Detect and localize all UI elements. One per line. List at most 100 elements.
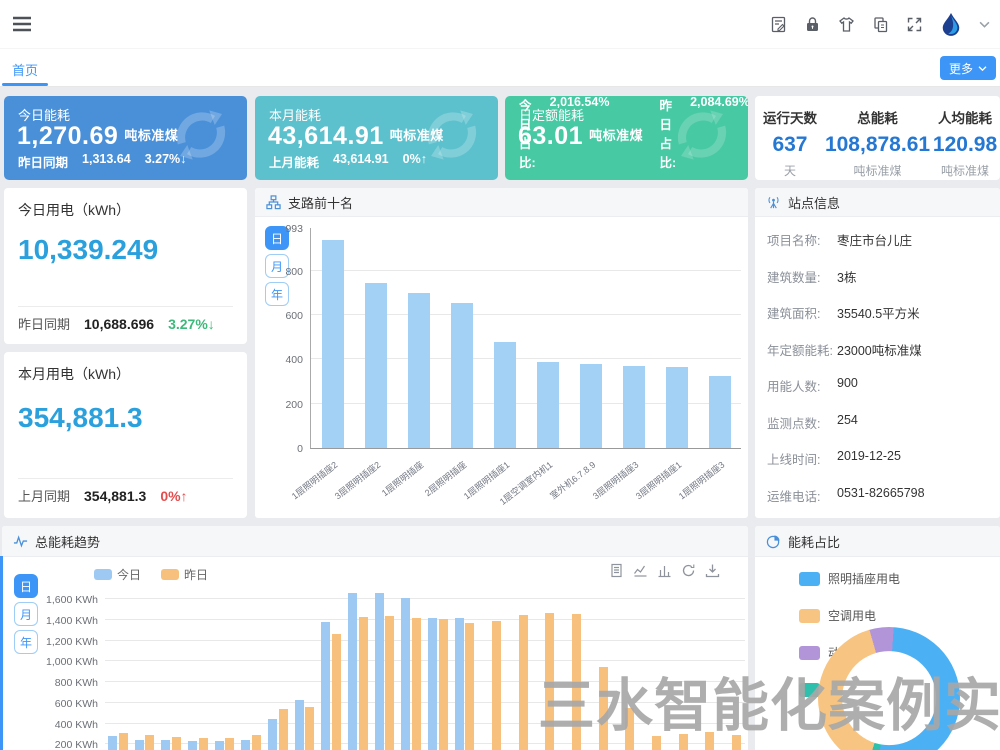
panel-header: 总能耗趋势 [2, 526, 748, 557]
site-info-row: 运维电话:0531-82665798 [767, 486, 992, 505]
legend-swatch [799, 609, 820, 623]
trend-bar-yesterday [385, 616, 394, 750]
branch-bar [322, 240, 344, 448]
gridline [105, 702, 745, 703]
trend-bar-today [428, 618, 437, 750]
dashboard-root: 首页 更多 今日能耗 1,270.69吨标准煤 昨日同期1,313.643.27… [0, 0, 1000, 750]
kpi-sub-value: 2,016.54% [550, 96, 610, 171]
kpi-sub-value: 1,313.64 [82, 152, 131, 171]
legend-item[interactable]: 今日 [94, 566, 141, 583]
hamburger-menu-icon[interactable] [12, 14, 32, 34]
month-power-card: 本月用电（kWh） 354,881.3 上月同期 354,881.3 0%↑ [4, 352, 247, 518]
logo-drop-icon[interactable] [940, 12, 962, 36]
pie-legend-item[interactable]: 照明插座用电 [799, 570, 900, 587]
download-icon[interactable] [705, 563, 720, 578]
more-button[interactable]: 更多 [940, 56, 996, 80]
gridline [105, 660, 745, 661]
pie-legend-item[interactable]: 空调用电 [799, 607, 900, 624]
account-chevron-down-icon[interactable] [979, 19, 990, 30]
trend-bar-yesterday [705, 732, 714, 750]
trend-bar-today [321, 622, 330, 750]
legend-label: 今日 [117, 566, 141, 583]
compare-value: 10,688.696 [84, 316, 154, 332]
site-info-row: 建筑面积: 35540.5平方米 [767, 303, 992, 322]
energy-share-donut [818, 627, 960, 750]
x-category-label: 1层照明插座2 [262, 458, 339, 522]
trend-bar-yesterday [332, 634, 341, 750]
recycle-icon [169, 103, 233, 172]
lock-icon[interactable] [804, 16, 821, 33]
site-info-value: 35540.5平方米 [837, 303, 920, 322]
trend-bar-yesterday [439, 619, 448, 750]
site-info-value: 0531-82665798 [837, 486, 925, 500]
y-tick-label: 0 [265, 443, 303, 455]
kpi-value: 43,614.91 [268, 122, 384, 150]
legend-label: 空调用电 [828, 607, 876, 624]
legend-swatch [799, 683, 820, 697]
site-info-label: 建筑面积: [767, 307, 820, 321]
kpi-sub-label: 今日占比: [519, 96, 536, 171]
branch-bar [709, 376, 731, 448]
trend-bar-today [375, 593, 384, 750]
stat-column: 运行天数637天 [755, 96, 825, 180]
panel-title: 总能耗趋势 [35, 532, 100, 551]
y-tick-label: 800 [265, 266, 303, 278]
site-info-panel: 站点信息 项目名称:枣庄市台儿庄建筑数量:3栋建筑面积:35540.5平方米年定… [755, 188, 1000, 518]
card-title: 本月用电（kWh） [18, 364, 130, 384]
y-tick-label: 1,000 KWh [30, 656, 98, 668]
fullscreen-icon[interactable] [906, 16, 923, 33]
site-info-label: 上线时间: [767, 453, 820, 467]
tab-bar: 首页 更多 [0, 48, 1000, 87]
legend-item[interactable]: 昨日 [161, 566, 208, 583]
branch-bar [451, 303, 473, 448]
y-tick-label: 400 KWh [30, 719, 98, 731]
branch-period-button-2[interactable]: 年 [265, 282, 289, 306]
branch-bar [537, 362, 559, 448]
stat-value: 120.98 [930, 133, 1000, 157]
trend-bar-yesterday [492, 621, 501, 750]
trend-bar-today [108, 736, 117, 750]
x-category-label: 室外机6.7.8.9 [520, 458, 597, 522]
energy-share-panel: 能耗占比 照明插座用电空调用电动力用电特殊用电 [755, 526, 1000, 750]
trend-bar-yesterday [119, 733, 128, 750]
stat-value: 637 [755, 133, 825, 157]
trend-bar-yesterday [359, 617, 368, 750]
pie-chart-icon [766, 534, 781, 549]
pulse-icon [13, 534, 28, 549]
active-tab-underline [2, 83, 48, 86]
legend-swatch [799, 572, 820, 586]
documents-icon[interactable] [872, 16, 889, 33]
trend-bar-yesterday [545, 613, 554, 750]
legend-swatch [799, 646, 820, 660]
main-content: 今日能耗 1,270.69吨标准煤 昨日同期1,313.643.27%↓ 本月能… [0, 87, 1000, 750]
recycle-icon [420, 103, 484, 172]
stat-column: 总能耗108,878.61吨标准煤 [825, 96, 930, 180]
data-view-icon[interactable] [609, 563, 624, 578]
trend-bar-today [348, 593, 357, 750]
trend-bar-chart [105, 593, 745, 750]
x-category-label: 2层照明插座 [391, 458, 468, 522]
kpi-card-daily-quota: 日定额能耗 63.01吨标准煤 今日占比:2,016.54%昨日占比:2,084… [505, 96, 748, 180]
month-power-value: 354,881.3 [18, 402, 143, 434]
trend-bar-today [401, 598, 410, 750]
site-info-value: 3栋 [837, 267, 856, 286]
compare-label: 上月同期 [18, 486, 70, 505]
compare-percent: 3.27%↓ [168, 316, 215, 332]
navbar-icon-group [770, 0, 990, 48]
trend-bar-today [241, 740, 250, 750]
trend-bar-yesterday [679, 734, 688, 750]
compare-label: 昨日同期 [18, 314, 70, 333]
line-chart-icon[interactable] [633, 563, 648, 578]
kpi-card-today-energy: 今日能耗 1,270.69吨标准煤 昨日同期1,313.643.27%↓ [4, 96, 247, 180]
left-edge-scroll-strip[interactable] [0, 556, 3, 750]
theme-shirt-icon[interactable] [838, 16, 855, 33]
restore-icon[interactable] [681, 563, 696, 578]
panel-title: 能耗占比 [788, 532, 840, 551]
branch-bar [666, 367, 688, 448]
x-category-label: 1层照明插座1 [434, 458, 511, 522]
site-info-row: 监测点数:254 [767, 413, 992, 432]
tab-home[interactable]: 首页 [12, 60, 38, 79]
bar-chart-icon[interactable] [657, 563, 672, 578]
clipboard-tools-icon[interactable] [770, 16, 787, 33]
x-category-label: 3层照明插座2 [305, 458, 382, 522]
